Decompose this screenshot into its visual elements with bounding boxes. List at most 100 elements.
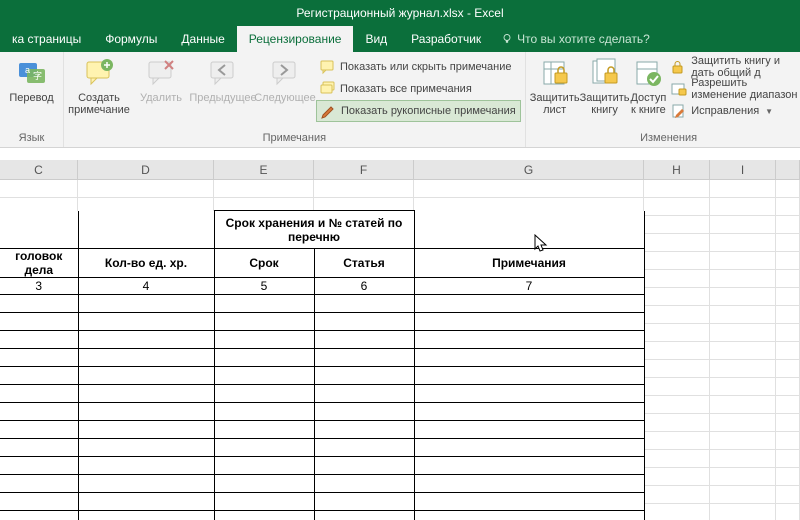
table-row[interactable] [78, 367, 214, 385]
table-row[interactable] [0, 331, 78, 349]
tab-data[interactable]: Данные [169, 26, 236, 52]
table-row[interactable] [214, 295, 314, 313]
protect-sheet-button[interactable]: Защитить лист [530, 54, 580, 116]
table-row[interactable] [214, 511, 314, 520]
table-row[interactable] [78, 475, 214, 493]
protect-share-button[interactable]: Защитить книгу и дать общий д [667, 56, 800, 78]
table-row[interactable] [214, 457, 314, 475]
table-row[interactable] [414, 511, 644, 520]
show-hide-comment-button[interactable]: Показать или скрыть примечание [316, 56, 521, 78]
col-next[interactable] [776, 160, 800, 179]
cell-n7[interactable]: 7 [414, 278, 644, 295]
table-row[interactable] [0, 349, 78, 367]
table-row[interactable] [214, 421, 314, 439]
table-row[interactable] [0, 421, 78, 439]
table-row[interactable] [0, 313, 78, 331]
table-row[interactable] [414, 349, 644, 367]
table-row[interactable] [214, 331, 314, 349]
table-row[interactable] [0, 511, 78, 520]
table-row[interactable] [314, 367, 414, 385]
delete-comment-button[interactable]: Удалить [130, 54, 192, 104]
table-row[interactable] [214, 439, 314, 457]
tab-page-layout[interactable]: ка страницы [0, 26, 93, 52]
table-row[interactable] [214, 385, 314, 403]
table-row[interactable] [0, 385, 78, 403]
col-F[interactable]: F [314, 160, 414, 179]
col-E[interactable]: E [214, 160, 314, 179]
table-row[interactable] [414, 475, 644, 493]
tab-review[interactable]: Рецензирование [237, 26, 354, 52]
table-row[interactable] [314, 313, 414, 331]
col-D[interactable]: D [78, 160, 214, 179]
translate-button[interactable]: a字 Перевод [4, 54, 59, 104]
table-row[interactable] [0, 493, 78, 511]
table-row[interactable] [0, 367, 78, 385]
table-row[interactable] [0, 295, 78, 313]
col-G[interactable]: G [414, 160, 644, 179]
col-H[interactable]: H [644, 160, 710, 179]
tab-developer[interactable]: Разработчик [399, 26, 493, 52]
cell-n5[interactable]: 5 [214, 278, 314, 295]
table-row[interactable] [78, 295, 214, 313]
table-row[interactable] [314, 475, 414, 493]
table-row[interactable] [0, 403, 78, 421]
prev-comment-button[interactable]: Предыдущее [192, 54, 254, 104]
table-row[interactable] [414, 295, 644, 313]
table-row[interactable] [78, 385, 214, 403]
table-row[interactable] [0, 457, 78, 475]
track-changes-button[interactable]: Исправления ▼ [667, 100, 800, 122]
cell-n6[interactable]: 6 [314, 278, 414, 295]
table-row[interactable] [314, 385, 414, 403]
table-row[interactable] [78, 493, 214, 511]
table-row[interactable] [214, 403, 314, 421]
table-row[interactable] [214, 475, 314, 493]
new-comment-button[interactable]: Создать примечание [68, 54, 130, 116]
tab-formulas[interactable]: Формулы [93, 26, 169, 52]
table-row[interactable] [78, 511, 214, 520]
table-row[interactable] [414, 313, 644, 331]
table-row[interactable] [414, 457, 644, 475]
table-row[interactable] [414, 367, 644, 385]
table-row[interactable] [314, 493, 414, 511]
tell-me-box[interactable]: Что вы хотите сделать? [501, 26, 650, 52]
cell-n3[interactable]: 3 [0, 278, 78, 295]
table-row[interactable] [314, 331, 414, 349]
table-row[interactable] [214, 493, 314, 511]
allow-edit-ranges-button[interactable]: Разрешить изменение диапазон [667, 78, 800, 100]
table-row[interactable] [414, 385, 644, 403]
table-row[interactable] [314, 457, 414, 475]
table-row[interactable] [0, 475, 78, 493]
next-comment-button[interactable]: Следующее [254, 54, 316, 104]
table-row[interactable] [78, 403, 214, 421]
show-all-comments-button[interactable]: Показать все примечания [316, 78, 521, 100]
tab-view[interactable]: Вид [353, 26, 399, 52]
table-row[interactable] [314, 403, 414, 421]
table-row[interactable] [314, 349, 414, 367]
table-row[interactable] [78, 421, 214, 439]
table-row[interactable] [214, 313, 314, 331]
table-row[interactable] [414, 403, 644, 421]
table-row[interactable] [414, 493, 644, 511]
table-row[interactable] [414, 421, 644, 439]
table-row[interactable] [414, 331, 644, 349]
table-row[interactable] [314, 295, 414, 313]
protect-workbook-button[interactable]: Защитить книгу [580, 54, 630, 116]
table-row[interactable] [78, 457, 214, 475]
table-row[interactable] [78, 331, 214, 349]
table-row[interactable] [214, 367, 314, 385]
show-ink-button[interactable]: Показать рукописные примечания [316, 100, 521, 122]
share-workbook-button[interactable]: Доступ к книге [630, 54, 668, 116]
table-row[interactable] [214, 349, 314, 367]
worksheet[interactable]: C D E F G H I // will be replaced by rea… [0, 148, 800, 520]
table-row[interactable] [314, 421, 414, 439]
table-row[interactable] [0, 439, 78, 457]
table-row[interactable] [78, 313, 214, 331]
table-row[interactable] [78, 349, 214, 367]
table-row[interactable] [314, 439, 414, 457]
col-I[interactable]: I [710, 160, 776, 179]
cell-n4[interactable]: 4 [78, 278, 214, 295]
table-row[interactable] [414, 439, 644, 457]
table-row[interactable] [78, 439, 214, 457]
col-C[interactable]: C [0, 160, 78, 179]
table-row[interactable] [314, 511, 414, 520]
